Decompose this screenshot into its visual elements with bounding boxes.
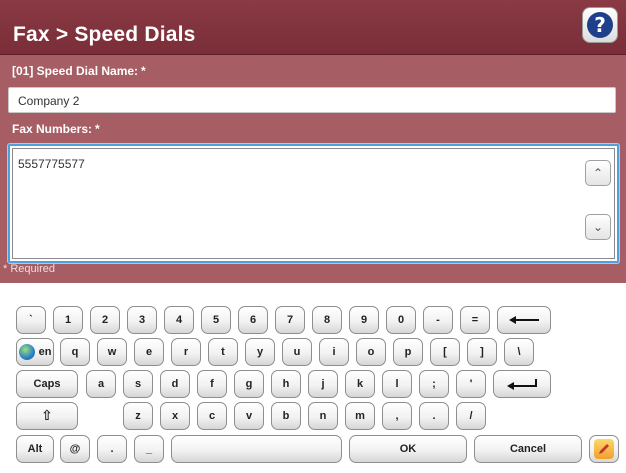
fax-numbers-label: Fax Numbers: * (12, 122, 100, 136)
key-y[interactable]: y (245, 338, 275, 366)
required-mark: * (141, 64, 146, 78)
language-label: en (38, 346, 52, 358)
key-backtick[interactable]: ` (16, 306, 46, 334)
on-screen-keyboard: ` 1 2 3 4 5 6 7 8 9 0 - = en q w e r t y… (0, 283, 626, 473)
key-v[interactable]: v (234, 402, 264, 430)
key-u[interactable]: u (282, 338, 312, 366)
fax-numbers-field[interactable]: 5557775577 ⌃ ⌄ (7, 143, 620, 264)
key-comma[interactable]: , (382, 402, 412, 430)
pencil-icon (594, 439, 614, 459)
caps-key[interactable]: Caps (16, 370, 78, 398)
key-o[interactable]: o (356, 338, 386, 366)
key-n[interactable]: n (308, 402, 338, 430)
key-at[interactable]: @ (60, 435, 90, 463)
shift-arrow-icon: ⇧ (41, 408, 53, 424)
key-right-bracket[interactable]: ] (467, 338, 497, 366)
key-x[interactable]: x (160, 402, 190, 430)
space-key[interactable] (171, 435, 342, 463)
backspace-key[interactable] (497, 306, 551, 334)
chevron-up-icon: ⌃ (592, 166, 604, 180)
key-7[interactable]: 7 (275, 306, 305, 334)
speed-dial-name-label-text: [01] Speed Dial Name: (12, 64, 139, 78)
ok-button[interactable]: OK (349, 435, 467, 463)
key-9[interactable]: 9 (349, 306, 379, 334)
speed-dial-name-field[interactable]: Company 2 (8, 87, 616, 113)
key-j[interactable]: j (308, 370, 338, 398)
key-l[interactable]: l (382, 370, 412, 398)
help-button[interactable]: ? (582, 7, 618, 43)
shift-key[interactable]: ⇧ (16, 402, 78, 430)
key-minus[interactable]: - (423, 306, 453, 334)
pencil-icon-glyph (599, 444, 609, 454)
key-z[interactable]: z (123, 402, 153, 430)
enter-arrow-icon (507, 379, 537, 390)
page-title: Fax > Speed Dials (13, 23, 196, 46)
key-semicolon[interactable]: ; (419, 370, 449, 398)
edit-button[interactable] (589, 435, 619, 463)
required-note: * Required (3, 263, 55, 275)
chevron-down-icon: ⌄ (592, 220, 604, 234)
key-a[interactable]: a (86, 370, 116, 398)
key-t[interactable]: t (208, 338, 238, 366)
key-s[interactable]: s (123, 370, 153, 398)
key-backslash[interactable]: \ (504, 338, 534, 366)
help-icon: ? (587, 12, 613, 38)
key-1[interactable]: 1 (53, 306, 83, 334)
key-slash[interactable]: / (456, 402, 486, 430)
key-period[interactable]: . (419, 402, 449, 430)
key-underscore[interactable]: _ (134, 435, 164, 463)
enter-key[interactable] (493, 370, 551, 398)
key-5[interactable]: 5 (201, 306, 231, 334)
key-m[interactable]: m (345, 402, 375, 430)
key-f[interactable]: f (197, 370, 227, 398)
key-4[interactable]: 4 (164, 306, 194, 334)
key-h[interactable]: h (271, 370, 301, 398)
key-r[interactable]: r (171, 338, 201, 366)
backspace-arrow-icon (509, 316, 539, 324)
key-apostrophe[interactable]: ' (456, 370, 486, 398)
required-mark: * (95, 122, 100, 136)
key-e[interactable]: e (134, 338, 164, 366)
key-i[interactable]: i (319, 338, 349, 366)
key-dot[interactable]: . (97, 435, 127, 463)
language-key[interactable]: en (16, 338, 54, 366)
globe-icon (18, 344, 35, 360)
key-g[interactable]: g (234, 370, 264, 398)
scroll-down-button[interactable]: ⌄ (585, 214, 611, 240)
fax-numbers-label-text: Fax Numbers: (12, 122, 93, 136)
key-left-bracket[interactable]: [ (430, 338, 460, 366)
key-equals[interactable]: = (460, 306, 490, 334)
title-bar: Fax > Speed Dials ? (0, 0, 626, 55)
key-0[interactable]: 0 (386, 306, 416, 334)
fax-number-value: 5557775577 (18, 157, 85, 171)
key-2[interactable]: 2 (90, 306, 120, 334)
cancel-button[interactable]: Cancel (474, 435, 582, 463)
key-k[interactable]: k (345, 370, 375, 398)
speed-dial-name-label: [01] Speed Dial Name: * (12, 64, 146, 78)
key-p[interactable]: p (393, 338, 423, 366)
alt-key[interactable]: Alt (16, 435, 54, 463)
key-c[interactable]: c (197, 402, 227, 430)
key-d[interactable]: d (160, 370, 190, 398)
key-8[interactable]: 8 (312, 306, 342, 334)
key-3[interactable]: 3 (127, 306, 157, 334)
key-q[interactable]: q (60, 338, 90, 366)
key-b[interactable]: b (271, 402, 301, 430)
fax-numbers-field-inner (12, 148, 615, 259)
key-6[interactable]: 6 (238, 306, 268, 334)
scroll-up-button[interactable]: ⌃ (585, 160, 611, 186)
key-w[interactable]: w (97, 338, 127, 366)
